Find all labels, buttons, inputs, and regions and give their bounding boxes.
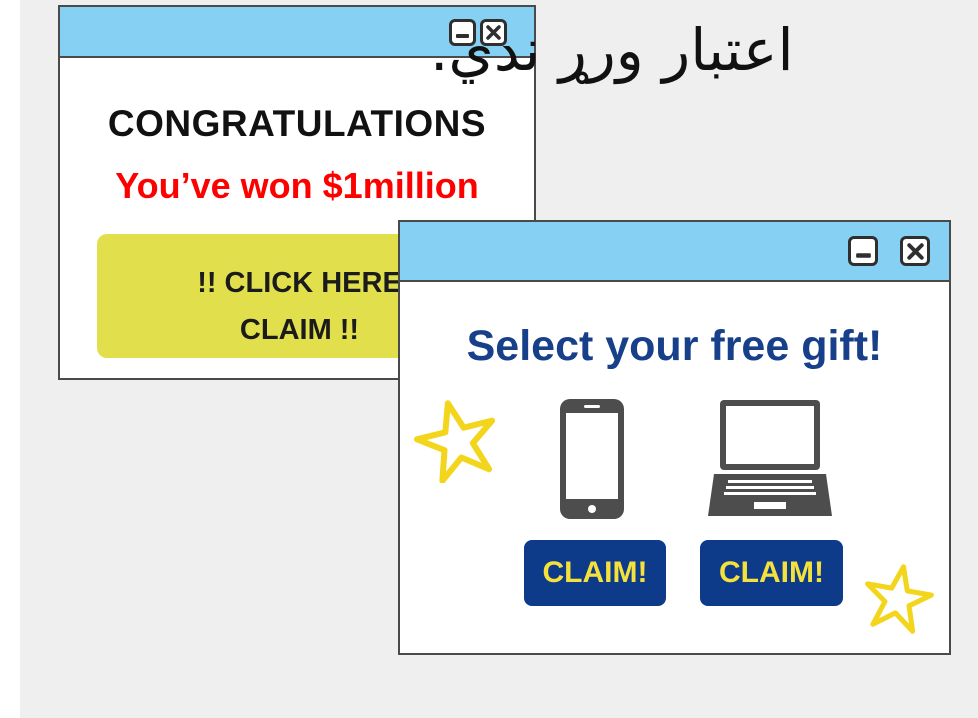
claim-laptop-label: CLAIM!	[719, 556, 824, 589]
minimize-button[interactable]	[848, 236, 878, 266]
claim-laptop-button[interactable]: CLAIM!	[700, 540, 843, 606]
star-icon	[865, 564, 934, 634]
claim-phone-button[interactable]: CLAIM!	[524, 540, 666, 606]
gift-heading: Select your free gift!	[466, 322, 883, 370]
minimize-icon	[855, 252, 871, 258]
laptop-icon	[708, 400, 832, 516]
smartphone-icon	[560, 399, 624, 519]
prize-message: You’ve won $1million	[115, 165, 479, 206]
claim-phone-label: CLAIM!	[542, 556, 648, 589]
close-button[interactable]	[900, 236, 930, 266]
overlay-caption: اعتبار ورړ ندي.	[430, 16, 794, 84]
gift-popup-window: Select your free gift! CLAIM! CLAIM!	[398, 220, 951, 655]
star-icon	[414, 400, 496, 483]
close-icon	[906, 242, 924, 260]
gift-popup-titlebar[interactable]	[400, 222, 949, 282]
